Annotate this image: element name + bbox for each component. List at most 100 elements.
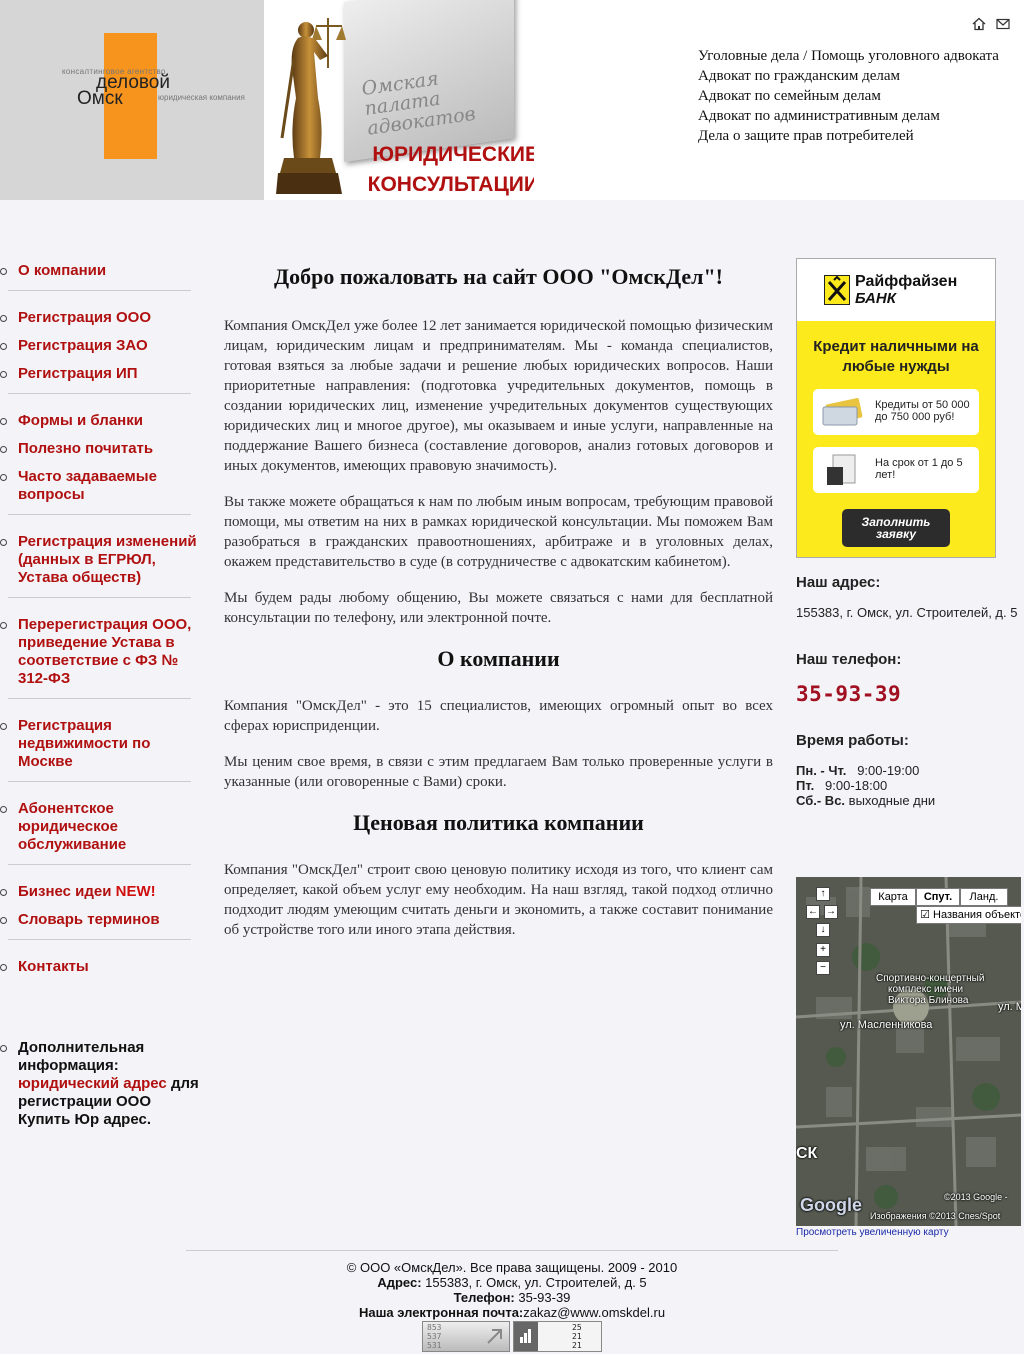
ad-brand-name: Райффайзен	[855, 273, 958, 290]
header-banner: Омская палата адвокатов ЮРИДИЧЕСКИЕ КОНС…	[264, 0, 534, 200]
sidebar-item-register-zao[interactable]: Регистрация ЗАО	[18, 337, 148, 354]
header-link-civil[interactable]: Адвокат по гражданским делам	[698, 66, 999, 86]
stats-counter[interactable]: 25 21 21	[513, 1321, 602, 1352]
pan-right-icon[interactable]: →	[824, 905, 838, 919]
hours-row: Сб.- Вс. выходные дни	[796, 793, 1021, 808]
hours-day: Пн. - Чт.	[796, 763, 847, 778]
hours-time: 9:00-18:00	[825, 778, 888, 793]
pricing-heading: Ценовая политика компании	[353, 810, 644, 835]
apply-button[interactable]: Заполнить заявку	[842, 509, 950, 547]
map-imagery-credit: Изображения ©2013 Cnes/Spot	[870, 1211, 1001, 1221]
address-text: 155383, г. Омск, ул. Строителей, д. 5	[796, 605, 1018, 620]
header-link-family[interactable]: Адвокат по семейным делам	[698, 86, 999, 106]
pan-down-icon[interactable]: ↓	[816, 923, 830, 937]
bar-chart-icon	[520, 1329, 531, 1343]
phone-number: 35-93-39	[796, 682, 902, 706]
header-link-consumer[interactable]: Дела о защите прав потребителей	[698, 126, 999, 146]
footer-email-label: Наша электронная почта:	[358, 1305, 524, 1320]
extra-info: Дополнительная информация: юридический а…	[0, 1039, 200, 1129]
buy-address-text: Купить Юр адрес.	[18, 1111, 151, 1128]
sidebar-item-faq[interactable]: Часто задаваемые вопросы	[18, 468, 157, 503]
view-larger-map-link[interactable]: Просмотреть увеличенную карту	[796, 1227, 949, 1238]
site-logo[interactable]: консалтинговое агентство деловой Омск юр…	[0, 0, 264, 200]
address-heading: Наш адрес:	[796, 574, 881, 591]
map-type-terrain-button[interactable]: Ланд.	[960, 888, 1008, 906]
about-paragraph-1: Компания "ОмскДел" - это 15 специалистов…	[224, 698, 773, 734]
footer: © ООО «ОмскДел». Все права защищены. 200…	[186, 1260, 838, 1320]
footer-email-value[interactable]: zakaz@www.omskdel.ru	[523, 1305, 665, 1320]
footer-phone: Телефон: 35-93-39	[186, 1290, 838, 1305]
pricing-paragraph: Компания "ОмскДел" строит свою ценовую п…	[224, 862, 773, 938]
header-link-criminal[interactable]: Уголовные дела / Помощь уголовного адвок…	[698, 46, 999, 66]
banner-title-line1: ЮРИДИЧЕСКИЕ	[372, 143, 534, 166]
sidebar-item-business-ideas-label: Бизнес идеи	[18, 883, 112, 900]
hours-day: Сб.- Вс.	[796, 793, 846, 808]
intro-paragraph-2: Вы также можете обращаться к нам по любы…	[224, 494, 773, 570]
arrow-up-right-icon	[487, 1329, 502, 1344]
map-street-label: ул. Масленникова	[840, 1019, 933, 1031]
map-type-map-button[interactable]: Карта	[870, 888, 916, 906]
sidebar-item-subscription-service[interactable]: Абонентское юридическое обслуживание	[18, 800, 126, 853]
banner-title: ЮРИДИЧЕСКИЕ КОНСУЛЬТАЦИИ	[344, 140, 534, 200]
sidebar-item-register-ip[interactable]: Регистрация ИП	[18, 365, 138, 382]
header-link-administrative[interactable]: Адвокат по административным делам	[698, 106, 999, 126]
sidebar-item-contacts[interactable]: Контакты	[18, 958, 89, 975]
ad-card-amount: Кредиты от 50 000 до 750 000 руб!	[813, 389, 979, 435]
themis-statue-icon	[276, 18, 346, 194]
zoom-in-icon[interactable]: +	[816, 943, 830, 957]
sidebar-item-register-changes[interactable]: Регистрация изменений (данных в ЕГРЮЛ, У…	[18, 533, 197, 586]
sidebar-item-glossary[interactable]: Словарь терминов	[18, 911, 160, 928]
map-city-label: СК	[796, 1145, 818, 1162]
hours-heading: Время работы:	[796, 732, 909, 749]
counter-value: 853	[427, 1323, 442, 1332]
counter-value: 537	[427, 1332, 442, 1341]
sidebar-divider	[8, 698, 191, 699]
extra-info-label: Дополнительная информация:	[18, 1039, 145, 1074]
sidebar-divider	[8, 393, 191, 394]
sidebar-item-reading[interactable]: Полезно почитать	[18, 440, 153, 457]
map-labels-toggle[interactable]: ☑ Названия объектов	[916, 906, 1021, 924]
footer-phone-value: 35-93-39	[518, 1290, 571, 1305]
raiffeisen-logo-icon	[824, 275, 850, 305]
footer-email: Наша электронная почта:zakaz@www.omskdel…	[186, 1305, 838, 1320]
hours-day: Пт.	[796, 778, 815, 793]
map-place-label: Спортивно-концертный	[876, 973, 985, 984]
counter-value: 25	[572, 1323, 582, 1332]
intro-paragraph-1: Компания ОмскДел уже более 12 лет занима…	[224, 318, 773, 474]
logo-tagline-bottom: юридическая компания	[158, 93, 245, 102]
sidebar-divider	[8, 290, 191, 291]
map-place-label: Виктора Блинова	[888, 995, 969, 1006]
visitor-counters: 853 537 531 25 21 21	[422, 1321, 602, 1352]
mail-icon[interactable]	[996, 18, 1010, 30]
header-service-links: Уголовные дела / Помощь уголовного адвок…	[698, 46, 999, 146]
map-copyright: ©2013 Google -	[944, 1192, 1008, 1202]
liveinternet-counter[interactable]: 853 537 531	[422, 1321, 510, 1352]
ad-header: Райффайзен БАНК	[797, 259, 995, 321]
legal-address-link[interactable]: юридический адрес	[18, 1075, 167, 1092]
ad-card-amount-text: Кредиты от 50 000 до 750 000 руб!	[875, 399, 970, 423]
zoom-out-icon[interactable]: −	[816, 961, 830, 975]
bank-ad-banner[interactable]: Райффайзен БАНК Кредит наличными на любы…	[796, 258, 996, 558]
google-logo[interactable]: Google	[800, 1195, 862, 1216]
logo-word-omsk: Омск	[77, 88, 123, 109]
sidebar-divider	[8, 864, 191, 865]
checkbox-checked-icon: ☑	[920, 909, 930, 921]
sidebar-divider	[8, 939, 191, 940]
sidebar-divider	[8, 514, 191, 515]
map-type-satellite-button[interactable]: Спут.	[916, 888, 960, 906]
sidebar-item-real-estate[interactable]: Регистрация недвижимости по Москве	[18, 717, 150, 770]
ad-body: Кредит наличными на любые нужды Кредиты …	[797, 321, 995, 557]
home-icon[interactable]	[972, 17, 986, 31]
footer-divider	[186, 1250, 838, 1251]
sidebar-item-reregistration[interactable]: Перерегистрация ООО, приведение Устава в…	[18, 616, 191, 687]
sidebar-item-business-ideas[interactable]: Бизнес идеи NEW!	[18, 883, 156, 900]
pan-left-icon[interactable]: ←	[806, 905, 820, 919]
sidebar-item-about[interactable]: О компании	[18, 262, 106, 279]
map-street-label: ул. М	[998, 1001, 1021, 1013]
sidebar-item-forms[interactable]: Формы и бланки	[18, 412, 143, 429]
google-map[interactable]: ↑ ← → ↓ + − Карта Спут. Ланд. ☑ Названия…	[796, 877, 1021, 1226]
sidebar-item-register-ooo[interactable]: Регистрация ООО	[18, 309, 151, 326]
counter-value: 21	[572, 1332, 582, 1341]
intro-paragraph-3: Мы будем рады любому общению, Вы можете …	[224, 590, 773, 626]
pan-up-icon[interactable]: ↑	[816, 887, 830, 901]
